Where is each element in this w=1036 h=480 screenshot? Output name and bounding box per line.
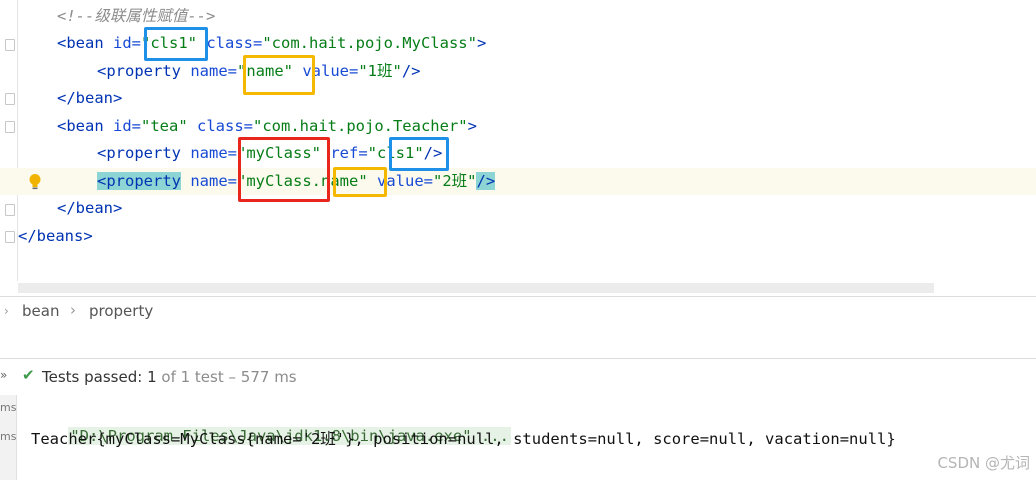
test-duration-label: ms: [0, 430, 17, 443]
code-line-6[interactable]: <property name="myClass" ref="cls1"/>: [0, 140, 1036, 167]
attr-name: class=: [187, 117, 253, 135]
chevron-right-icon: ›: [4, 304, 9, 318]
code-editor[interactable]: <!--级联属性赋值--> <bean id="cls1" class="com…: [0, 0, 1036, 281]
tag-open: <property: [97, 144, 181, 162]
attr-value: "tea": [141, 117, 188, 135]
attr-name: name=: [181, 62, 237, 80]
code-line-8[interactable]: </bean>: [0, 195, 1036, 222]
tag-open: <bean: [57, 34, 104, 52]
code-line-3[interactable]: <property name="name" value="1班"/>: [0, 58, 1036, 85]
test-status: Tests passed: 1 of 1 test – 577 ms: [42, 368, 297, 386]
console-output-line[interactable]: Teacher{myClass=MyClass{name='2班'}, posi…: [31, 427, 896, 451]
annotation-box-red: [238, 137, 330, 202]
test-duration-label: ms: [0, 401, 17, 414]
check-icon: ✔: [22, 366, 35, 384]
tag-open: <bean: [57, 117, 104, 135]
annotation-box-orange: [243, 55, 315, 95]
breadcrumb: › bean › property: [0, 296, 1036, 327]
expand-chevron-icon[interactable]: »: [0, 368, 7, 382]
code-line-5[interactable]: <bean id="tea" class="com.hait.pojo.Teac…: [0, 113, 1036, 140]
breadcrumb-item-bean[interactable]: bean: [22, 302, 59, 320]
run-panel: » ✔ Tests passed: 1 of 1 test – 577 ms m…: [0, 358, 1036, 480]
test-status-bar: » ✔ Tests passed: 1 of 1 test – 577 ms: [0, 359, 1036, 395]
code-line-9[interactable]: </beans>: [0, 223, 1036, 250]
attr-value: "2班": [432, 172, 477, 190]
annotation-box-blue: [144, 27, 208, 61]
tag-open: <property: [97, 172, 181, 190]
attr-name: name=: [181, 144, 237, 162]
code-line-1[interactable]: <!--级联属性赋值-->: [0, 3, 1036, 30]
console-gutter: ms ms: [0, 395, 17, 480]
attr-value: "com.hait.pojo.MyClass": [262, 34, 477, 52]
attr-name: name=: [181, 172, 237, 190]
code-line-4[interactable]: </bean>: [0, 85, 1036, 112]
breadcrumb-separator: ›: [70, 301, 76, 319]
tag-close: </bean>: [57, 199, 123, 217]
tag-close: />: [401, 62, 421, 80]
tag-close: />: [476, 172, 496, 190]
code-line-7-current[interactable]: <property name="myClass.name" value="2班"…: [0, 168, 1036, 195]
tag-close: </beans>: [18, 227, 93, 245]
tag-open: <property: [97, 62, 181, 80]
attr-value: "1班": [358, 62, 402, 80]
attr-name: id=: [103, 117, 141, 135]
lightbulb-icon[interactable]: [28, 173, 42, 191]
xml-comment: <!--级联属性赋值-->: [57, 7, 216, 25]
horizontal-scrollbar[interactable]: [18, 283, 934, 293]
tag-close: </bean>: [57, 89, 123, 107]
annotation-box-orange: [333, 167, 387, 197]
annotation-box-blue: [389, 137, 449, 171]
watermark: CSDN @尤词: [937, 454, 1030, 472]
attr-value: "com.hait.pojo.Teacher": [253, 117, 468, 135]
tag-close: >: [476, 34, 487, 52]
tag-close: >: [467, 117, 477, 135]
breadcrumb-item-property[interactable]: property: [89, 302, 153, 320]
attr-name: id=: [103, 34, 141, 52]
